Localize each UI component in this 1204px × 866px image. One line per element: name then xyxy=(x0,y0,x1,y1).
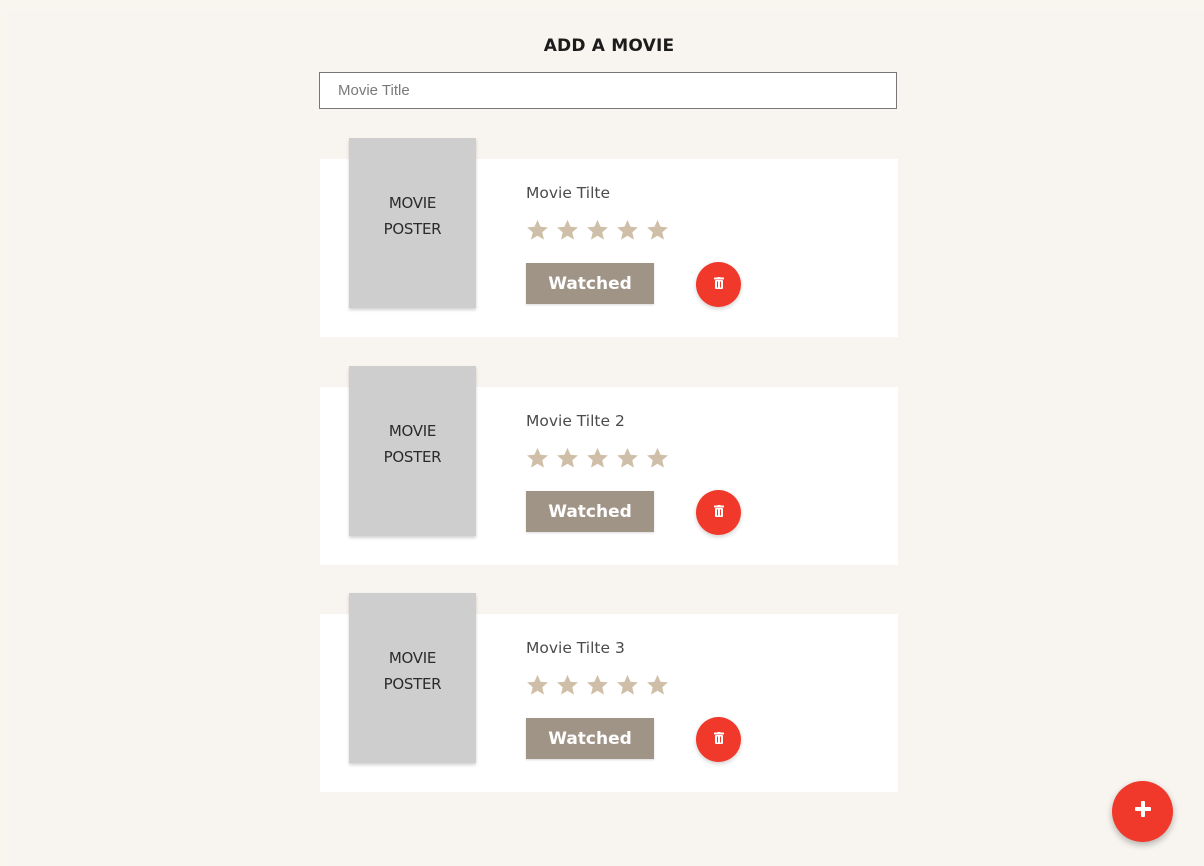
star-icon[interactable] xyxy=(645,218,670,243)
star-icon[interactable] xyxy=(645,446,670,471)
watched-button[interactable]: Watched xyxy=(526,718,654,759)
delete-button[interactable] xyxy=(696,717,741,762)
star-icon[interactable] xyxy=(585,446,610,471)
movie-poster: MOVIE POSTER xyxy=(349,366,476,536)
poster-placeholder-label: MOVIE POSTER xyxy=(383,194,442,238)
watched-button[interactable]: Watched xyxy=(526,263,654,304)
movie-title: Movie Tilte xyxy=(526,184,611,202)
star-icon[interactable] xyxy=(555,446,580,471)
movie-title: Movie Tilte 2 xyxy=(526,412,625,430)
star-icon[interactable] xyxy=(525,446,550,471)
star-icon[interactable] xyxy=(645,673,670,698)
movie-card: MOVIE POSTER Movie Tilte 3 Watched xyxy=(320,593,898,792)
star-rating[interactable] xyxy=(525,218,670,243)
poster-placeholder-label: MOVIE POSTER xyxy=(383,649,442,693)
star-icon[interactable] xyxy=(615,446,640,471)
star-icon[interactable] xyxy=(555,218,580,243)
star-icon[interactable] xyxy=(585,218,610,243)
movie-poster: MOVIE POSTER xyxy=(349,138,476,308)
poster-placeholder-label: MOVIE POSTER xyxy=(383,422,442,466)
star-icon[interactable] xyxy=(555,673,580,698)
star-icon[interactable] xyxy=(585,673,610,698)
page-title: ADD A MOVIE xyxy=(543,36,675,56)
star-rating[interactable] xyxy=(525,446,670,471)
add-movie-button[interactable] xyxy=(1112,781,1173,842)
star-icon[interactable] xyxy=(525,673,550,698)
movie-card: MOVIE POSTER Movie Tilte Watched xyxy=(320,138,898,337)
watched-button[interactable]: Watched xyxy=(526,491,654,532)
movie-title: Movie Tilte 3 xyxy=(526,639,625,657)
delete-button[interactable] xyxy=(696,490,741,535)
trash-icon xyxy=(713,276,724,294)
star-icon[interactable] xyxy=(525,218,550,243)
star-icon[interactable] xyxy=(615,218,640,243)
movie-title-input[interactable] xyxy=(319,72,897,109)
delete-button[interactable] xyxy=(696,262,741,307)
movie-poster: MOVIE POSTER xyxy=(349,593,476,763)
trash-icon xyxy=(713,504,724,522)
trash-icon xyxy=(713,731,724,749)
plus-icon xyxy=(1133,799,1153,824)
star-rating[interactable] xyxy=(525,673,670,698)
movie-card: MOVIE POSTER Movie Tilte 2 Watched xyxy=(320,366,898,565)
star-icon[interactable] xyxy=(615,673,640,698)
